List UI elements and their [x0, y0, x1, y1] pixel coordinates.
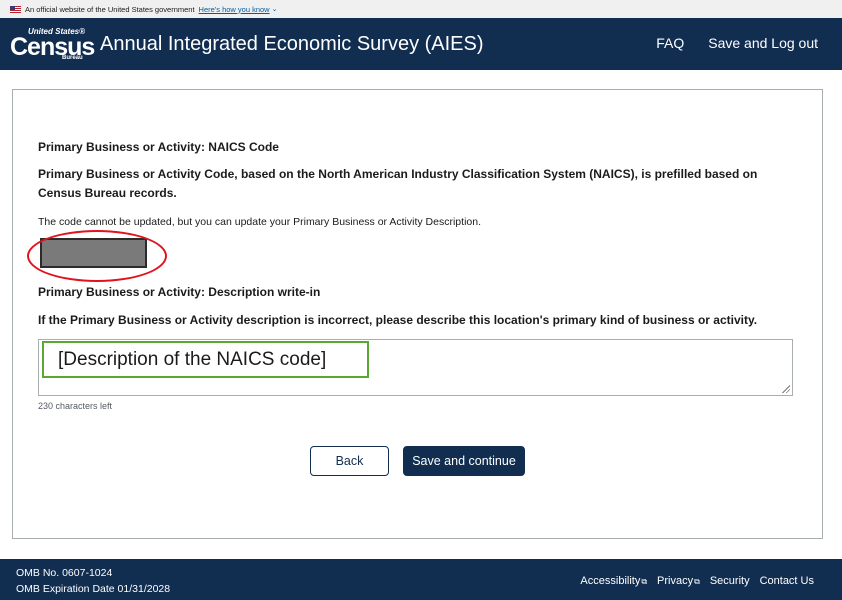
- site-header: United States® Census Bureau Annual Inte…: [0, 18, 842, 70]
- heres-how-you-know-link[interactable]: Here's how you know: [199, 5, 270, 14]
- external-link-icon: ⧉: [694, 577, 700, 586]
- character-count: 230 characters left: [38, 401, 113, 411]
- omb-number: OMB No. 0607-1024: [16, 567, 113, 579]
- census-logo[interactable]: United States® Census Bureau: [10, 27, 95, 61]
- privacy-link[interactable]: Privacy⧉: [657, 575, 700, 587]
- writein-heading: Primary Business or Activity: Descriptio…: [38, 285, 321, 299]
- naics-note: The code cannot be updated, but you can …: [38, 216, 481, 228]
- faq-link[interactable]: FAQ: [656, 35, 684, 51]
- resize-grip-icon[interactable]: [781, 384, 790, 393]
- save-and-continue-button[interactable]: Save and continue: [403, 446, 525, 476]
- header-nav: FAQ Save and Log out: [656, 35, 818, 51]
- us-flag-icon: [10, 5, 21, 13]
- naics-heading: Primary Business or Activity: NAICS Code: [38, 140, 279, 154]
- footer-links: Accessibility⧉ Privacy⧉ Security Contact…: [580, 575, 814, 587]
- accessibility-link[interactable]: Accessibility⧉: [580, 575, 647, 587]
- chevron-down-icon[interactable]: ⌄: [272, 5, 278, 13]
- contact-us-link[interactable]: Contact Us: [760, 575, 814, 587]
- app-title: Annual Integrated Economic Survey (AIES): [100, 32, 484, 55]
- annotation-description-box: [Description of the NAICS code]: [42, 341, 369, 378]
- annotation-red-circle: [27, 230, 167, 282]
- official-banner-text: An official website of the United States…: [25, 4, 195, 14]
- site-footer: OMB No. 0607-1024 OMB Expiration Date 01…: [0, 559, 842, 600]
- writein-prompt: If the Primary Business or Activity desc…: [38, 313, 758, 327]
- omb-expiration: OMB Expiration Date 01/31/2028: [16, 583, 171, 595]
- external-link-icon: ⧉: [641, 577, 648, 586]
- back-button[interactable]: Back: [310, 446, 389, 476]
- naics-description: Primary Business or Activity Code, based…: [38, 167, 758, 200]
- privacy-label: Privacy: [657, 575, 694, 587]
- security-link[interactable]: Security: [710, 575, 750, 587]
- official-gov-banner: An official website of the United States…: [0, 0, 842, 18]
- save-and-log-out-link[interactable]: Save and Log out: [708, 35, 818, 51]
- form-card: Primary Business or Activity: NAICS Code…: [12, 89, 823, 539]
- accessibility-label: Accessibility: [580, 575, 641, 587]
- logo-bureau: Bureau: [62, 55, 83, 61]
